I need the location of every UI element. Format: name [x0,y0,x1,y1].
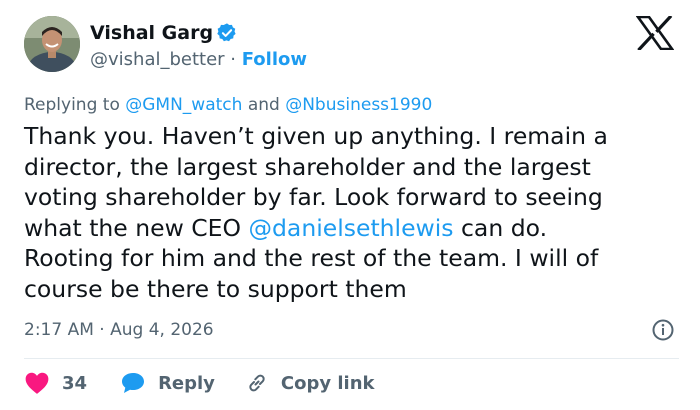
reply-bubble-icon [120,371,146,395]
divider [24,358,679,359]
follow-button[interactable]: Follow [242,49,307,70]
reply-button[interactable]: Reply [120,371,215,395]
tweet-date: Aug 4, 2026 [110,320,214,340]
copy-link-label: Copy link [280,372,375,394]
heart-icon [24,371,50,395]
meta-separator: · [93,320,111,340]
mention-link[interactable]: @danielsethlewis [249,214,454,242]
copy-link-button[interactable]: Copy link [245,371,375,395]
handle-separator: · [224,49,242,70]
avatar[interactable] [24,16,80,72]
link-icon [245,371,269,395]
mention-link[interactable]: @Nbusiness1990 [285,95,432,115]
handle-row: @vishal_better · Follow [90,48,307,72]
replying-prefix: Replying to [24,95,126,115]
tweet-text: Thank you. Haven’t given up anything. I … [24,121,684,304]
avatar-photo [24,16,80,72]
x-logo-icon[interactable] [636,16,674,50]
replying-conjunction: and [242,95,286,115]
replying-to: Replying to @GMN_watch and @Nbusiness199… [24,93,432,117]
tweet-time: 2:17 AM [24,320,94,340]
mention-link[interactable]: @GMN_watch [125,95,242,115]
tweet-timestamp[interactable]: 2:17 AM · Aug 4, 2026 [24,318,214,342]
like-count: 34 [62,372,88,394]
like-button[interactable]: 34 [24,371,87,395]
verified-badge-icon [217,23,236,42]
author-handle[interactable]: @vishal_better [90,49,225,70]
author-name[interactable]: Vishal Garg [90,21,213,45]
action-bar: 34 Reply Copy link [24,368,375,398]
reply-label: Reply [158,372,215,394]
info-icon[interactable] [651,318,675,342]
